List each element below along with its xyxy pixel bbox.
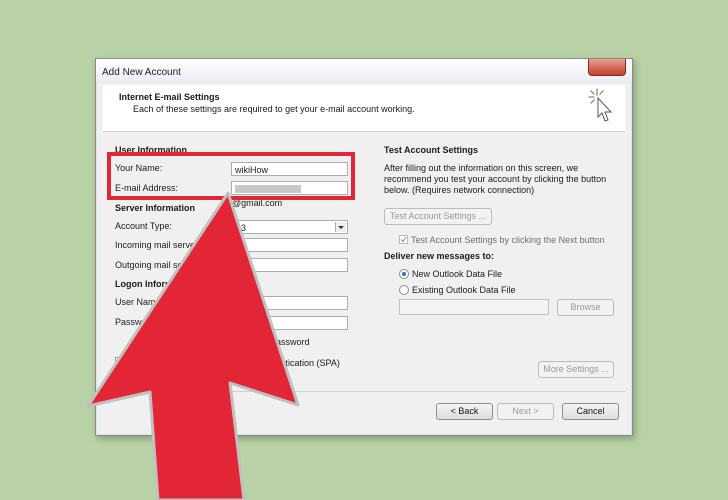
pointer-arrow-icon: [86, 191, 300, 500]
